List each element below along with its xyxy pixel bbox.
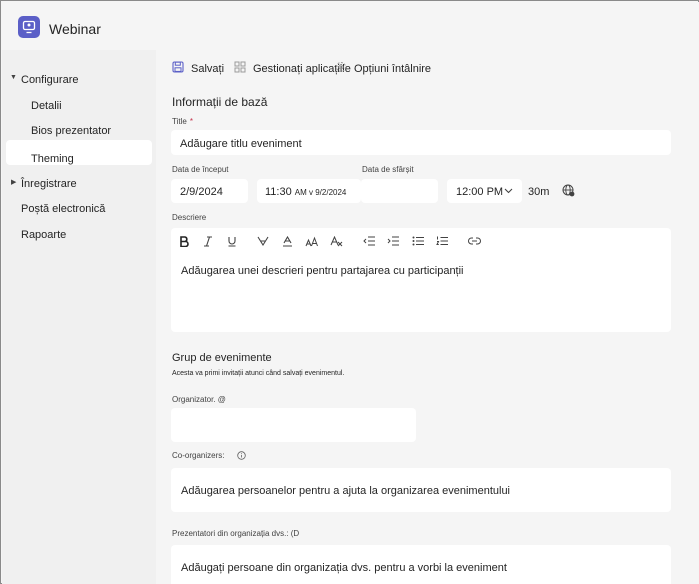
title-placeholder: Adăugare titlu eveniment	[180, 138, 302, 150]
start-time-text: 11:30	[265, 186, 292, 198]
end-time-value: 12:00 PM	[456, 186, 504, 198]
event-group-title: Grup de evenimente	[172, 352, 272, 364]
presenters-label: Prezentatori din organizația dvs.: (D	[172, 529, 300, 538]
end-time-picker[interactable]: 12:00 PM	[447, 179, 522, 203]
duration-label: 30m	[528, 186, 550, 198]
sidebar-item-presenter-bios[interactable]: Bios prezentator	[31, 125, 111, 137]
sidebar-item-email[interactable]: Poștă electronică	[21, 203, 105, 215]
title-bar: Webinar	[2, 2, 699, 50]
bulleted-list-icon[interactable]	[410, 233, 426, 249]
save-icon	[172, 61, 184, 73]
timezone-globe-icon[interactable]	[562, 184, 575, 197]
organizer-label: Organizator. @	[172, 395, 226, 404]
title-label: Title *	[172, 117, 193, 126]
title-input[interactable]: Adăugare titlu eveniment	[171, 130, 671, 155]
clear-formatting-icon[interactable]	[328, 233, 344, 249]
increase-indent-icon[interactable]	[385, 233, 401, 249]
meeting-options-label: Opțiuni întâlnire	[354, 63, 432, 75]
expanded-caret-icon: ▼	[10, 74, 17, 81]
meeting-options-button[interactable]: Opțiuni întâlnire	[335, 61, 432, 75]
sidebar-section-registration[interactable]: Înregistrare	[21, 178, 77, 190]
coorganizers-label: Co-organizers:	[172, 451, 224, 460]
underline-icon[interactable]	[224, 233, 240, 249]
coorganizers-input[interactable]: Adăugarea persoanelor pentru a ajuta la …	[171, 468, 671, 512]
sidebar-item-reports[interactable]: Rapoarte	[21, 229, 66, 241]
save-label: Salvați	[191, 63, 225, 75]
numbered-list-icon[interactable]	[434, 233, 450, 249]
sidebar-section-setup[interactable]: Configurare	[21, 74, 78, 86]
link-icon[interactable]	[466, 233, 482, 249]
info-icon[interactable]	[237, 451, 246, 460]
organizer-field[interactable]	[171, 408, 416, 442]
webinar-app-icon	[18, 16, 40, 38]
sidebar: ▼ Configurare Detalii Bios prezentator T…	[2, 50, 156, 584]
start-date-label: Data de început	[172, 165, 229, 174]
save-button[interactable]: Salvați	[172, 61, 225, 75]
sidebar-item-theming[interactable]: Theming	[31, 153, 74, 165]
font-size-icon[interactable]	[303, 233, 319, 249]
start-time-value: 11:30 AM v 9/2/2024	[265, 186, 346, 198]
decrease-indent-icon[interactable]	[361, 233, 377, 249]
event-group-help: Acesta va primi invitații atunci când sa…	[172, 370, 345, 377]
presenters-input[interactable]: Adăugați persoane din organizația dvs. p…	[171, 545, 671, 584]
description-label: Descriere	[172, 213, 207, 222]
start-time-suffix: AM v 9/2/2024	[294, 188, 347, 197]
collapsed-caret-icon: ▶	[11, 179, 17, 186]
italic-icon[interactable]	[200, 233, 216, 249]
manage-apps-button[interactable]: Gestionați aplicațiile	[234, 61, 351, 75]
apps-icon	[234, 61, 246, 73]
basic-info-title: Informații de bază	[172, 95, 268, 109]
sidebar-item-details[interactable]: Detalii	[31, 100, 62, 112]
start-date-picker[interactable]: 2/9/2024	[171, 179, 248, 203]
bold-icon[interactable]	[176, 233, 192, 249]
coorganizers-label-text: Co-organizers:	[172, 451, 225, 460]
coorganizers-placeholder: Adăugarea persoanelor pentru a ajuta la …	[181, 485, 511, 497]
presenters-placeholder: Adăugați persoane din organizația dvs. p…	[181, 562, 507, 574]
description-placeholder: Adăugarea unei descrieri pentru partajar…	[181, 265, 464, 277]
start-time-picker[interactable]: 11:30 AM v 9/2/2024	[257, 179, 361, 203]
description-editor[interactable]: Adăugarea unei descrieri pentru partajar…	[171, 228, 671, 332]
webinar-window: Webinar ▼ Configurare Detalii Bios preze…	[0, 0, 699, 584]
end-date-picker[interactable]	[361, 179, 438, 203]
highlight-icon[interactable]	[255, 233, 271, 249]
sidebar-item-details-highlight	[6, 140, 152, 165]
required-mark: *	[189, 117, 193, 126]
app-title: Webinar	[49, 21, 101, 37]
end-date-label: Data de sfârșit	[362, 165, 414, 174]
main-content: Salvați Gestionați aplicațiile Opțiuni î…	[156, 50, 699, 584]
title-label-text: Title	[172, 117, 187, 126]
chevron-down-icon	[504, 188, 513, 194]
gear-icon	[336, 62, 346, 72]
start-date-value: 2/9/2024	[180, 186, 223, 198]
font-color-icon[interactable]	[279, 233, 295, 249]
